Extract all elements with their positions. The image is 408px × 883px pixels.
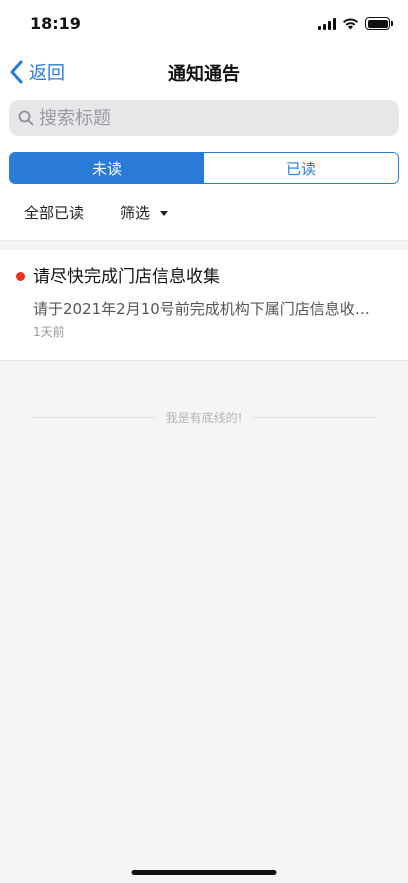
end-line-right bbox=[252, 417, 375, 418]
nav-bar: 通知通告 返回 bbox=[0, 50, 408, 94]
search-icon bbox=[18, 110, 34, 126]
notice-list: 请尽快完成门店信息收集 请于2021年2月10号前完成机构下属门店信息收集工作 … bbox=[0, 250, 408, 361]
notice-time: 1天前 bbox=[33, 325, 65, 339]
notice-summary: 请于2021年2月10号前完成机构下属门店信息收集工作 bbox=[33, 300, 384, 318]
search-box[interactable] bbox=[9, 100, 399, 136]
search-container bbox=[0, 94, 408, 136]
search-input[interactable] bbox=[39, 107, 399, 129]
list-end-indicator: 我是有底线的! bbox=[0, 409, 408, 426]
read-status-tabs: 未读 已读 bbox=[9, 152, 399, 184]
home-indicator[interactable] bbox=[131, 870, 277, 875]
notice-title: 请尽快完成门店信息收集 bbox=[33, 267, 220, 287]
list-item[interactable]: 请尽快完成门店信息收集 请于2021年2月10号前完成机构下属门店信息收集工作 … bbox=[0, 250, 408, 360]
filter-row: 全部已读 筛选 bbox=[0, 184, 408, 240]
filter-dropdown[interactable]: 筛选 bbox=[120, 202, 169, 223]
status-bar: 18:19 bbox=[0, 0, 408, 50]
unread-dot-icon bbox=[16, 272, 25, 281]
back-label: 返回 bbox=[29, 63, 65, 84]
status-time: 18:19 bbox=[30, 14, 81, 33]
end-text: 我是有底线的! bbox=[165, 411, 243, 425]
battery-icon bbox=[365, 17, 393, 30]
mark-all-read-label: 全部已读 bbox=[24, 203, 85, 222]
caret-down-icon bbox=[160, 210, 169, 216]
tab-unread[interactable]: 未读 bbox=[10, 153, 204, 183]
tab-container: 未读 已读 bbox=[0, 136, 408, 184]
signal-icon bbox=[318, 17, 336, 30]
status-icons bbox=[318, 17, 393, 30]
tab-read[interactable]: 已读 bbox=[204, 153, 398, 183]
back-button[interactable]: 返回 bbox=[8, 58, 65, 86]
chevron-left-icon bbox=[10, 60, 23, 84]
wifi-icon bbox=[343, 18, 358, 30]
end-line-left bbox=[33, 417, 156, 418]
mark-all-read-button[interactable]: 全部已读 bbox=[24, 202, 84, 223]
header-area: 18:19 通知通告 返回 搜索标题 未读 已读 全部已读 筛选 bbox=[0, 0, 408, 240]
section-divider bbox=[0, 240, 408, 250]
filter-label: 筛选 bbox=[120, 203, 151, 222]
